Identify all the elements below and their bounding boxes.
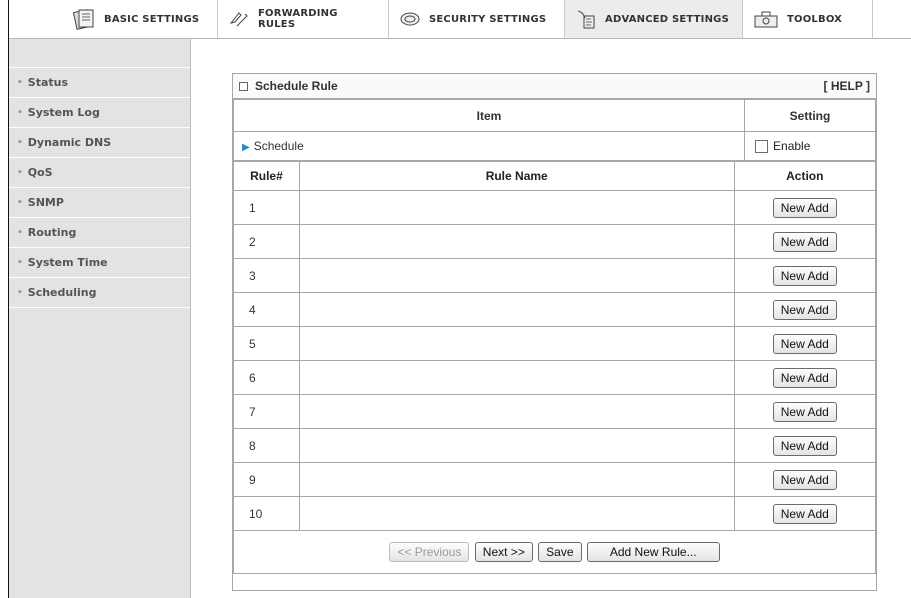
tab-label: TOOLBOX	[787, 13, 843, 25]
table-row: 7 New Add	[233, 394, 877, 429]
bullet-icon: •	[17, 77, 23, 88]
new-add-button[interactable]: New Add	[772, 333, 837, 354]
triangle-right-icon: ▶	[242, 142, 250, 153]
schedule-label: Schedule	[253, 139, 304, 153]
schedule-rule-panel: Schedule Rule [ HELP ] Item Setting ▶ Sch…	[232, 73, 877, 591]
enable-label: Enable	[773, 138, 811, 153]
tab-forwarding-rules[interactable]: FORWARDING RULES	[218, 0, 389, 38]
basic-settings-icon	[72, 9, 94, 30]
table-row: 2 New Add	[233, 224, 877, 259]
tab-basic-settings[interactable]: BASIC SETTINGS	[62, 0, 218, 38]
bullet-icon: •	[17, 197, 23, 208]
advanced-icon	[577, 10, 595, 29]
sidebar-item-qos[interactable]: • QoS	[9, 158, 190, 188]
action-header: Action	[733, 161, 877, 191]
new-add-button[interactable]: New Add	[772, 435, 837, 456]
bullet-icon: •	[17, 287, 23, 298]
add-new-rule-button[interactable]: Add New Rule...	[586, 542, 720, 562]
bullet-icon: •	[17, 227, 23, 238]
col-item-header: Item	[232, 99, 746, 132]
sidebar-item-routing[interactable]: • Routing	[9, 218, 190, 248]
panel-header: Schedule Rule [ HELP ]	[233, 74, 876, 99]
help-link[interactable]: [ HELP ]	[824, 79, 870, 93]
save-button[interactable]: Save	[538, 542, 582, 562]
sidebar-item-scheduling[interactable]: • Scheduling	[9, 278, 190, 308]
sidebar: • Status • System Log • Dynamic DNS • QoS • S…	[9, 39, 191, 598]
next-button[interactable]: Next >>	[474, 542, 533, 562]
panel-title: Schedule Rule	[255, 79, 338, 93]
pagination-row: << Previous Next >> Save Add New Rule...	[233, 530, 876, 574]
tab-label: BASIC SETTINGS	[104, 13, 200, 25]
schedule-table: Item Setting ▶ Schedule Enable	[232, 99, 876, 161]
sidebar-item-system-time[interactable]: • System Time	[9, 248, 190, 278]
table-row: 9 New Add	[233, 462, 877, 497]
tab-label: ADVANCED SETTINGS	[605, 13, 729, 25]
table-row: 4 New Add	[233, 292, 877, 327]
sidebar-item-status[interactable]: • Status	[9, 68, 190, 98]
tab-advanced-settings[interactable]: ADVANCED SETTINGS	[565, 0, 743, 38]
table-row: 8 New Add	[233, 428, 877, 463]
sidebar-item-dynamic-dns[interactable]: • Dynamic DNS	[9, 128, 190, 158]
sidebar-item-snmp[interactable]: • SNMP	[9, 188, 190, 218]
bullet-icon: •	[17, 167, 23, 178]
forwarding-icon	[229, 12, 248, 27]
table-row: 3 New Add	[233, 258, 877, 293]
sidebar-item-system-log[interactable]: • System Log	[9, 98, 190, 128]
new-add-button[interactable]: New Add	[772, 367, 837, 388]
previous-button[interactable]: << Previous	[389, 542, 470, 562]
square-icon	[239, 81, 248, 91]
table-row: 6 New Add	[233, 360, 877, 395]
tab-label: FORWARDING RULES	[258, 8, 338, 30]
new-add-button[interactable]: New Add	[772, 469, 837, 490]
new-add-button[interactable]: New Add	[772, 231, 837, 252]
table-row: 5 New Add	[233, 326, 877, 361]
table-row: 1 New Add	[233, 190, 877, 225]
rule-num-header: Rule#	[233, 161, 300, 191]
tab-security-settings[interactable]: SECURITY SETTINGS	[389, 0, 565, 38]
new-add-button[interactable]: New Add	[772, 197, 837, 218]
schedule-setting-cell: Enable	[744, 131, 876, 161]
security-icon	[400, 12, 420, 26]
schedule-label-cell: ▶ Schedule	[232, 131, 746, 161]
table-row: 10 New Add	[233, 496, 877, 531]
bullet-icon: •	[17, 107, 23, 118]
top-nav: BASIC SETTINGS FORWARDING RULES SECURITY…	[9, 0, 911, 39]
new-add-button[interactable]: New Add	[772, 265, 837, 286]
new-add-button[interactable]: New Add	[772, 299, 837, 320]
col-setting-header: Setting	[744, 99, 876, 132]
bullet-icon: •	[17, 257, 23, 268]
rule-name-header: Rule Name	[298, 161, 735, 191]
new-add-button[interactable]: New Add	[772, 401, 837, 422]
new-add-button[interactable]: New Add	[772, 503, 837, 524]
tab-label: SECURITY SETTINGS	[429, 13, 547, 25]
toolbox-icon	[754, 11, 778, 28]
enable-checkbox[interactable]	[755, 140, 769, 154]
bullet-icon: •	[17, 137, 23, 148]
tab-toolbox[interactable]: TOOLBOX	[743, 0, 873, 38]
rules-table: Rule# Rule Name Action 1 New Add 2 New Add…	[233, 161, 877, 574]
